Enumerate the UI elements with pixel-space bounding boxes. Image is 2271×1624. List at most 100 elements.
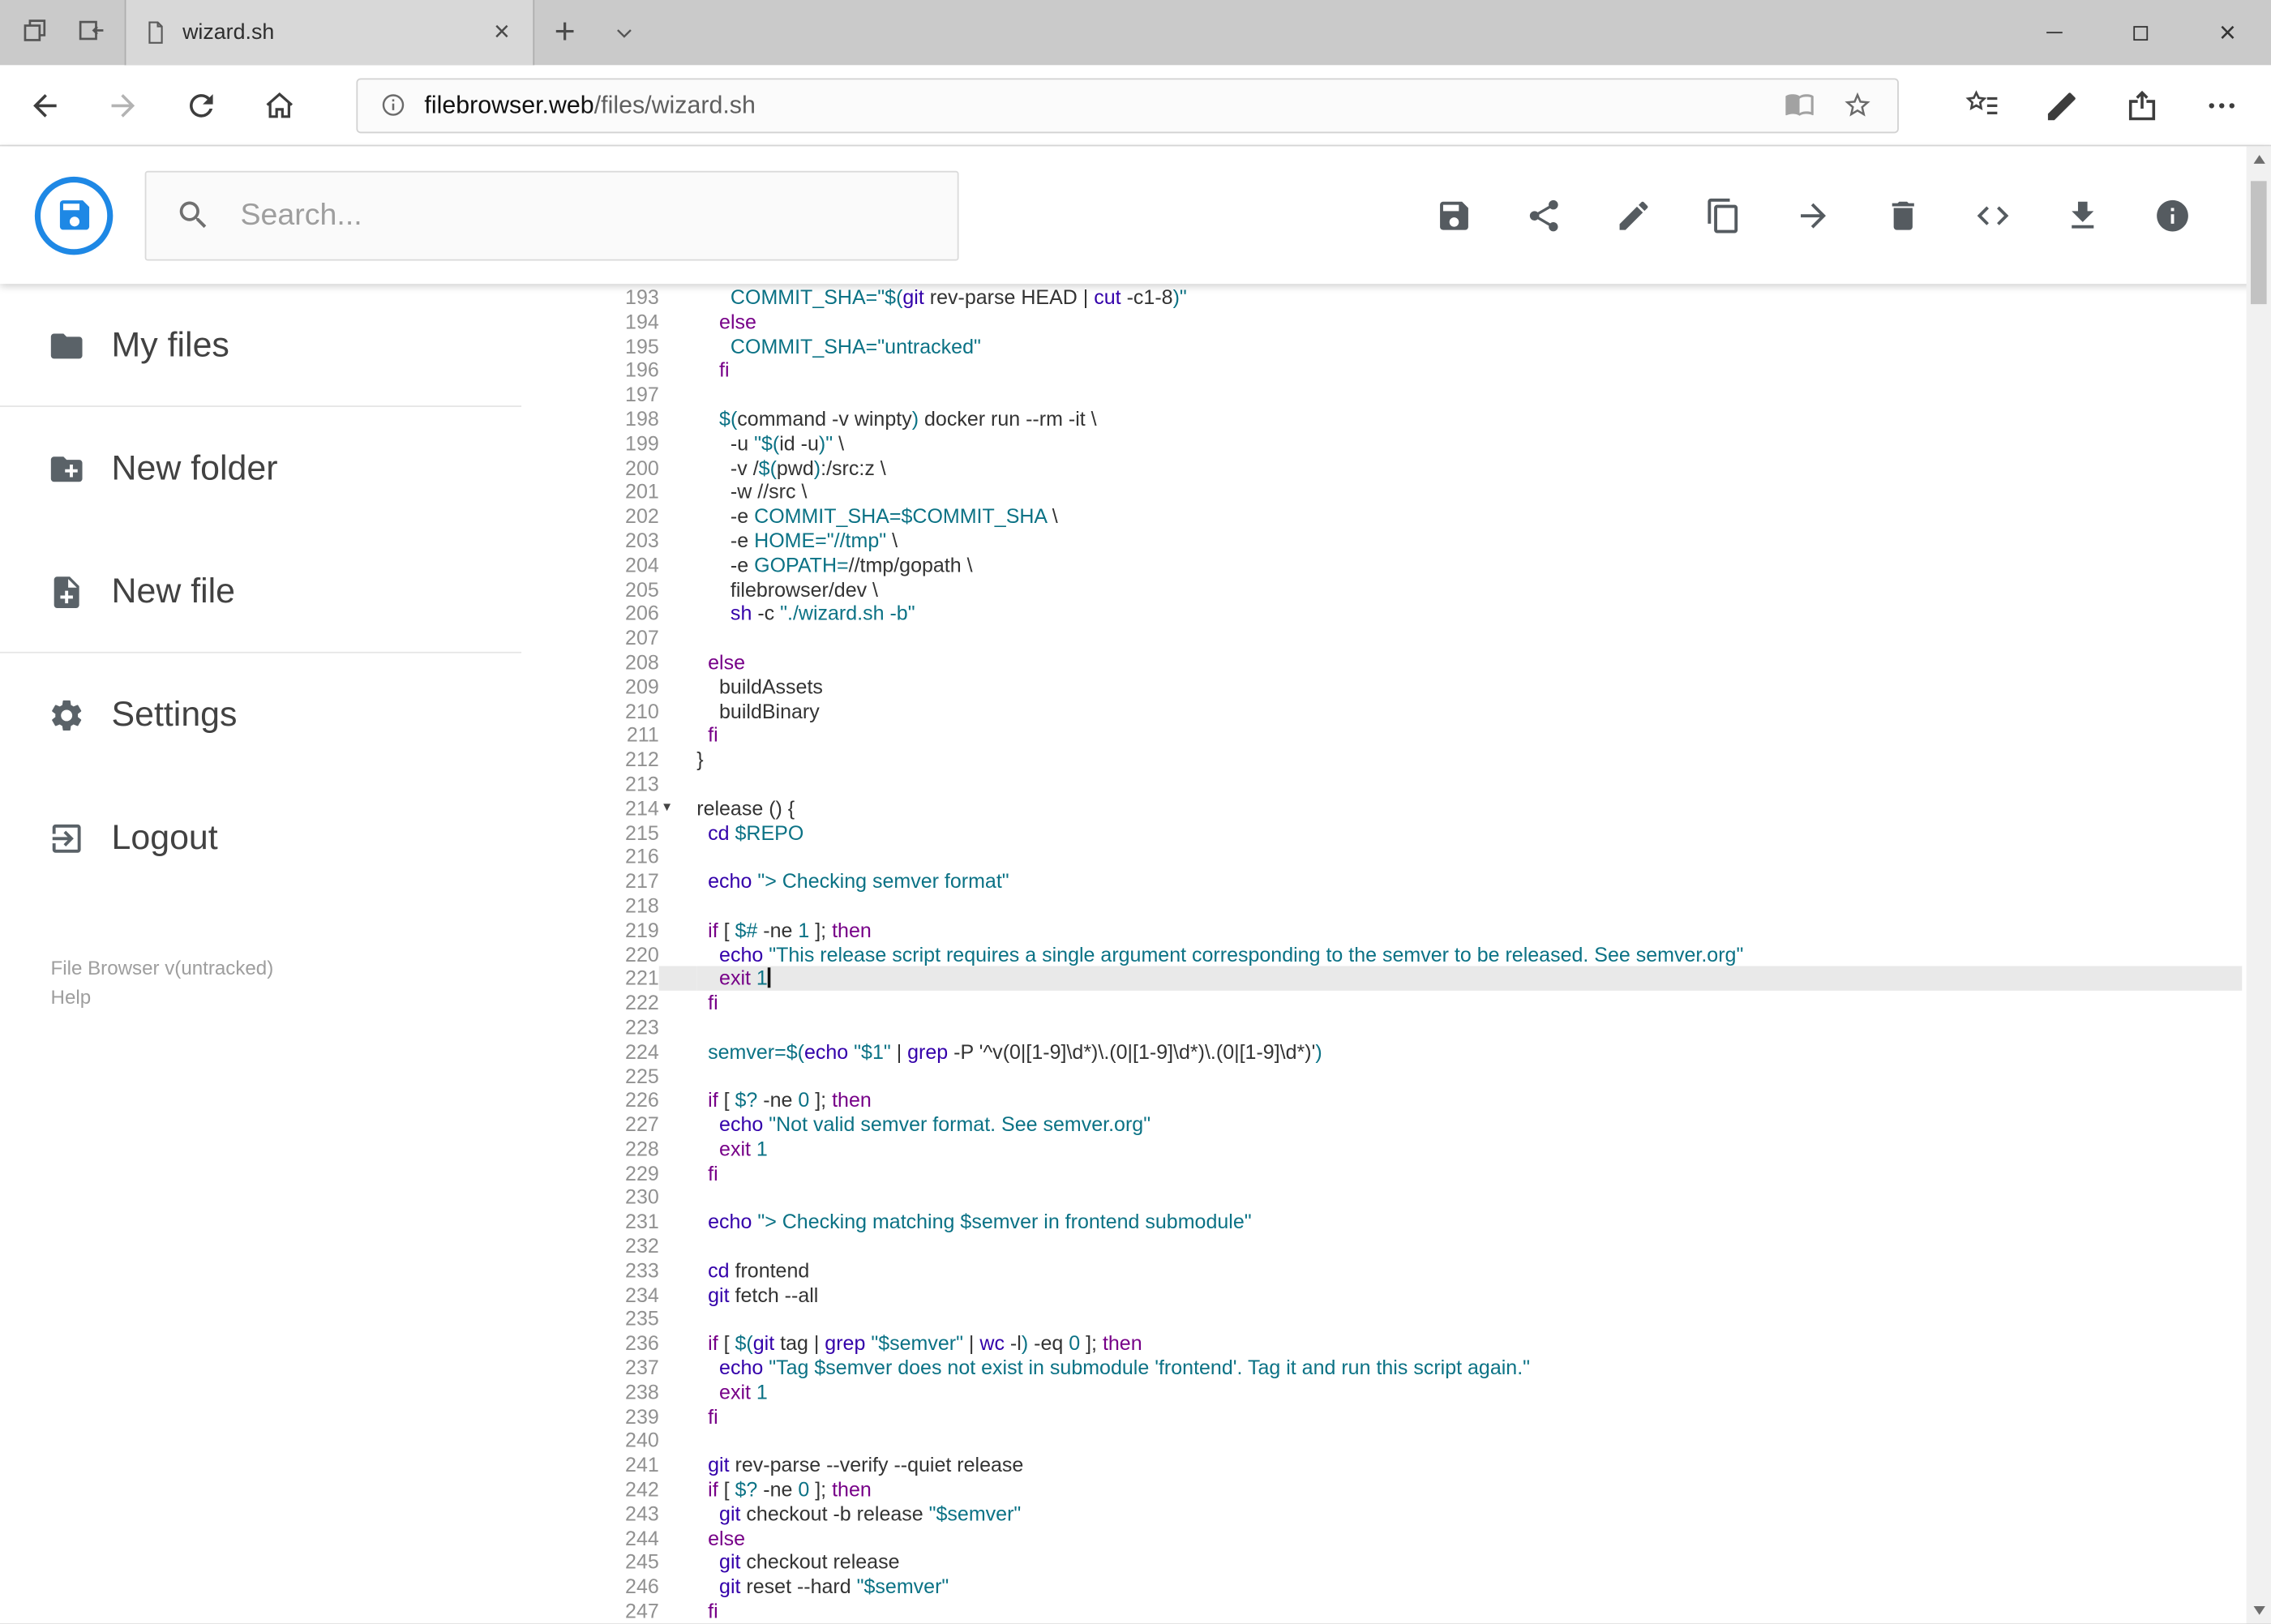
code-line-204[interactable]: 204 -e GOPATH=//tmp/gopath \: [582, 552, 2242, 577]
code-line-221[interactable]: 221 exit 1: [582, 966, 2243, 992]
help-link[interactable]: Help: [51, 983, 583, 1013]
code-line-195[interactable]: 195 COMMIT_SHA="untracked": [582, 333, 2242, 358]
code-line-212[interactable]: 212}: [582, 748, 2242, 773]
sidebar-item-my-files[interactable]: My files: [0, 284, 582, 407]
code-line-225[interactable]: 225: [582, 1064, 2242, 1089]
code-line-233[interactable]: 233 cd frontend: [582, 1258, 2242, 1283]
code-line-208[interactable]: 208 else: [582, 649, 2242, 675]
code-line-244[interactable]: 244 else: [582, 1526, 2242, 1551]
forward-button[interactable]: [84, 64, 162, 145]
edit-button[interactable]: [1615, 196, 1652, 234]
download-button[interactable]: [2064, 196, 2102, 234]
tab-preview-chevron-icon[interactable]: [595, 0, 653, 65]
page-scrollbar[interactable]: [2246, 146, 2271, 1624]
code-line-207[interactable]: 207: [582, 625, 2242, 650]
code-line-247[interactable]: 247 fi: [582, 1599, 2242, 1624]
hub-button[interactable]: [1942, 64, 2021, 145]
home-button[interactable]: [241, 64, 319, 145]
code-line-205[interactable]: 205 filebrowser/dev \: [582, 576, 2242, 602]
code-line-219[interactable]: 219 if [ $# -ne 1 ]; then: [582, 918, 2242, 943]
sidebar-item-logout[interactable]: Logout: [0, 776, 582, 899]
code-line-240[interactable]: 240: [582, 1429, 2242, 1454]
fold-marker-icon[interactable]: ▾: [663, 796, 671, 821]
browser-tab[interactable]: wizard.sh ×: [124, 0, 535, 66]
code-line-238[interactable]: 238 exit 1: [582, 1380, 2242, 1405]
code-line-202[interactable]: 202 -e COMMIT_SHA=$COMMIT_SHA \: [582, 503, 2242, 529]
code-line-224[interactable]: 224 semver=$(echo "$1" | grep -P '^v(0|[…: [582, 1039, 2242, 1065]
search-box[interactable]: [144, 169, 959, 260]
more-button[interactable]: [2181, 64, 2260, 145]
sidebar-item-new-file[interactable]: New file: [0, 530, 582, 653]
share-button[interactable]: [1525, 196, 1562, 234]
code-line-198[interactable]: 198 $(command -v winpty) docker run --rm…: [582, 406, 2242, 431]
app-logo[interactable]: [34, 176, 114, 255]
code-line-239[interactable]: 239 fi: [582, 1404, 2242, 1429]
maximize-button[interactable]: [2097, 0, 2184, 65]
code-line-227[interactable]: 227 echo "Not valid semver format. See s…: [582, 1112, 2242, 1138]
code-line-197[interactable]: 197: [582, 382, 2242, 407]
code-line-222[interactable]: 222 fi: [582, 991, 2242, 1016]
new-tab-button[interactable]: +: [534, 0, 595, 65]
save-button[interactable]: [1435, 196, 1472, 234]
code-line-215[interactable]: 215 cd $REPO: [582, 821, 2242, 846]
scroll-down-icon[interactable]: [2252, 1606, 2265, 1615]
site-info-icon[interactable]: [370, 92, 416, 119]
back-button[interactable]: [6, 64, 84, 145]
code-line-206[interactable]: 206 sh -c "./wizard.sh -b": [582, 601, 2242, 626]
scroll-up-icon[interactable]: [2252, 155, 2265, 164]
refresh-button[interactable]: [162, 64, 240, 145]
code-line-235[interactable]: 235: [582, 1307, 2242, 1332]
code-line-245[interactable]: 245 git checkout release: [582, 1550, 2242, 1575]
code-line-231[interactable]: 231 echo "> Checking matching $semver in…: [582, 1210, 2242, 1235]
code-line-220[interactable]: 220 echo "This release script requires a…: [582, 942, 2242, 967]
code-line-203[interactable]: 203 -e HOME="//tmp" \: [582, 528, 2242, 553]
minimize-button[interactable]: [2010, 0, 2097, 65]
code-line-223[interactable]: 223: [582, 1015, 2242, 1040]
move-button[interactable]: [1794, 196, 1832, 234]
code-line-228[interactable]: 228 exit 1: [582, 1137, 2242, 1162]
code-line-214[interactable]: 214 ▾ release () {: [582, 796, 2242, 821]
code-line-209[interactable]: 209 buildAssets: [582, 674, 2242, 699]
code-line-236[interactable]: 236 if [ $(git tag | grep "$semver" | wc…: [582, 1331, 2242, 1356]
code-line-193[interactable]: 193 COMMIT_SHA="$(git rev-parse HEAD | c…: [582, 285, 2242, 310]
code-line-226[interactable]: 226 if [ $? -ne 0 ]; then: [582, 1088, 2242, 1113]
info-button[interactable]: [2153, 196, 2191, 234]
close-button[interactable]: ×: [2184, 0, 2271, 65]
code-line-199[interactable]: 199 -u "$(id -u)" \: [582, 431, 2242, 456]
url-text[interactable]: filebrowser.web/files/wizard.sh: [424, 91, 755, 120]
code-line-200[interactable]: 200 -v /$(pwd):/src:z \: [582, 455, 2242, 480]
code-line-194[interactable]: 194 else: [582, 309, 2242, 334]
reading-view-button[interactable]: [1770, 79, 1828, 131]
code-line-230[interactable]: 230: [582, 1185, 2242, 1211]
delete-button[interactable]: [1884, 196, 1922, 234]
code-line-216[interactable]: 216: [582, 845, 2242, 870]
search-input[interactable]: [237, 196, 929, 234]
code-line-232[interactable]: 232: [582, 1234, 2242, 1259]
code-line-242[interactable]: 242 if [ $? -ne 0 ]; then: [582, 1477, 2242, 1502]
scrollbar-thumb[interactable]: [2250, 181, 2267, 305]
copy-button[interactable]: [1705, 196, 1742, 234]
code-line-211[interactable]: 211 fi: [582, 723, 2242, 748]
sidebar-item-new-folder[interactable]: New folder: [0, 407, 582, 530]
tabs-set-aside-button[interactable]: [9, 8, 60, 58]
code-line-201[interactable]: 201 -w //src \: [582, 479, 2242, 504]
code-line-196[interactable]: 196 fi: [582, 358, 2242, 383]
code-line-243[interactable]: 243 git checkout -b release "$semver": [582, 1502, 2242, 1527]
code-line-237[interactable]: 237 echo "Tag $semver does not exist in …: [582, 1356, 2242, 1381]
code-line-246[interactable]: 246 git reset --hard "$semver": [582, 1575, 2242, 1600]
code-line-234[interactable]: 234 git fetch --all: [582, 1283, 2242, 1308]
sidebar-item-settings[interactable]: Settings: [0, 653, 582, 777]
code-line-213[interactable]: 213: [582, 772, 2242, 797]
set-tabs-aside-button[interactable]: [65, 8, 116, 58]
code-editor[interactable]: 193 COMMIT_SHA="$(git rev-parse HEAD | c…: [582, 284, 2271, 1624]
code-line-241[interactable]: 241 git rev-parse --verify --quiet relea…: [582, 1453, 2242, 1478]
code-line-229[interactable]: 229 fi: [582, 1161, 2242, 1186]
tab-close-icon[interactable]: ×: [488, 16, 516, 49]
code-line-217[interactable]: 217 echo "> Checking semver format": [582, 869, 2242, 894]
code-line-210[interactable]: 210 buildBinary: [582, 698, 2242, 724]
code-line-218[interactable]: 218: [582, 893, 2242, 919]
web-note-button[interactable]: [2022, 64, 2102, 145]
code-button[interactable]: [1974, 196, 2012, 234]
share-button[interactable]: [2102, 64, 2181, 145]
favorite-star-button[interactable]: [1828, 79, 1885, 131]
